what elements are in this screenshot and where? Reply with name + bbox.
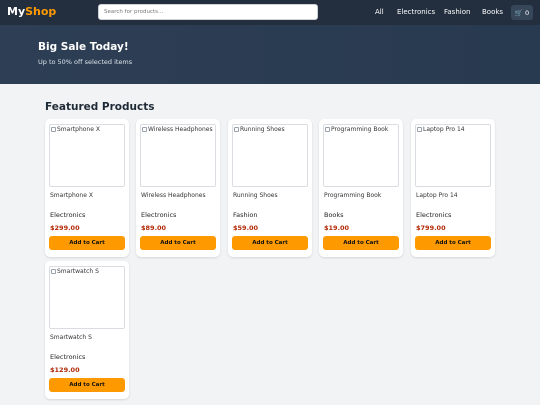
image-alt-text: Wireless Headphones	[148, 126, 213, 133]
nav-link-books[interactable]: Books	[482, 8, 503, 16]
add-to-cart-button[interactable]: Add to Cart	[232, 236, 308, 250]
broken-image-icon	[142, 127, 147, 132]
product-card[interactable]: Programming Book Programming Book Books …	[319, 119, 403, 257]
image-alt-text: Smartwatch S	[57, 268, 99, 275]
broken-image-icon	[51, 127, 56, 132]
nav-link-all[interactable]: All	[375, 8, 384, 16]
broken-image-icon	[325, 127, 330, 132]
product-category: Fashion	[233, 211, 258, 219]
image-alt-text: Smartphone X	[57, 126, 100, 133]
image-alt-text: Laptop Pro 14	[423, 126, 465, 133]
product-image[interactable]: Smartphone X	[49, 124, 125, 187]
image-alt-text: Programming Book	[331, 126, 389, 133]
product-card[interactable]: Laptop Pro 14 Laptop Pro 14 Electronics …	[411, 119, 495, 257]
cart-icon: 🛒	[514, 8, 523, 17]
image-alt-text: Running Shoes	[240, 126, 285, 133]
product-price: $299.00	[50, 224, 80, 232]
product-card[interactable]: Smartphone X Smartphone X Electronics $2…	[45, 119, 129, 257]
product-card[interactable]: Running Shoes Running Shoes Fashion $59.…	[228, 119, 312, 257]
hero-title: Big Sale Today!	[38, 41, 129, 53]
product-name[interactable]: Smartwatch S	[50, 334, 92, 341]
product-image[interactable]: Programming Book	[323, 124, 399, 187]
add-to-cart-button[interactable]: Add to Cart	[323, 236, 399, 250]
product-price: $799.00	[416, 224, 446, 232]
product-category: Electronics	[141, 211, 177, 219]
logo-text: My	[7, 5, 26, 18]
product-name[interactable]: Smartphone X	[50, 192, 93, 199]
product-price: $59.00	[233, 224, 259, 232]
product-category: Books	[324, 211, 344, 219]
product-price: $19.00	[324, 224, 350, 232]
logo-accent-text: Shop	[25, 5, 57, 18]
product-name[interactable]: Programming Book	[324, 192, 381, 199]
nav-link-electronics[interactable]: Electronics	[397, 8, 435, 16]
broken-image-icon	[417, 127, 422, 132]
product-image[interactable]: Running Shoes	[232, 124, 308, 187]
product-image[interactable]: Wireless Headphones	[140, 124, 216, 187]
cart-button[interactable]: 🛒 0	[511, 5, 533, 20]
product-price: $89.00	[141, 224, 167, 232]
top-navbar: MyShop All Electronics Fashion Books 🛒 0	[0, 0, 540, 25]
product-name[interactable]: Running Shoes	[233, 192, 278, 199]
product-card[interactable]: Smartwatch S Smartwatch S Electronics $1…	[45, 261, 129, 399]
product-image[interactable]: Smartwatch S	[49, 266, 125, 329]
product-category: Electronics	[50, 353, 86, 361]
product-card[interactable]: Wireless Headphones Wireless Headphones …	[136, 119, 220, 257]
cart-count: 0	[524, 8, 530, 17]
broken-image-icon	[234, 127, 239, 132]
section-title: Featured Products	[45, 101, 155, 113]
product-category: Electronics	[416, 211, 452, 219]
add-to-cart-button[interactable]: Add to Cart	[415, 236, 491, 250]
site-logo[interactable]: MyShop	[7, 5, 56, 18]
nav-link-fashion[interactable]: Fashion	[444, 8, 470, 16]
hero-banner: Big Sale Today! Up to 50% off selected i…	[0, 25, 540, 84]
broken-image-icon	[51, 269, 56, 274]
add-to-cart-button[interactable]: Add to Cart	[49, 378, 125, 392]
product-price: $129.00	[50, 366, 80, 374]
search-input[interactable]	[98, 4, 318, 20]
add-to-cart-button[interactable]: Add to Cart	[49, 236, 125, 250]
product-image[interactable]: Laptop Pro 14	[415, 124, 491, 187]
product-category: Electronics	[50, 211, 86, 219]
hero-subtitle: Up to 50% off selected items	[38, 58, 133, 66]
product-name[interactable]: Laptop Pro 14	[416, 192, 458, 199]
product-name[interactable]: Wireless Headphones	[141, 192, 206, 199]
add-to-cart-button[interactable]: Add to Cart	[140, 236, 216, 250]
